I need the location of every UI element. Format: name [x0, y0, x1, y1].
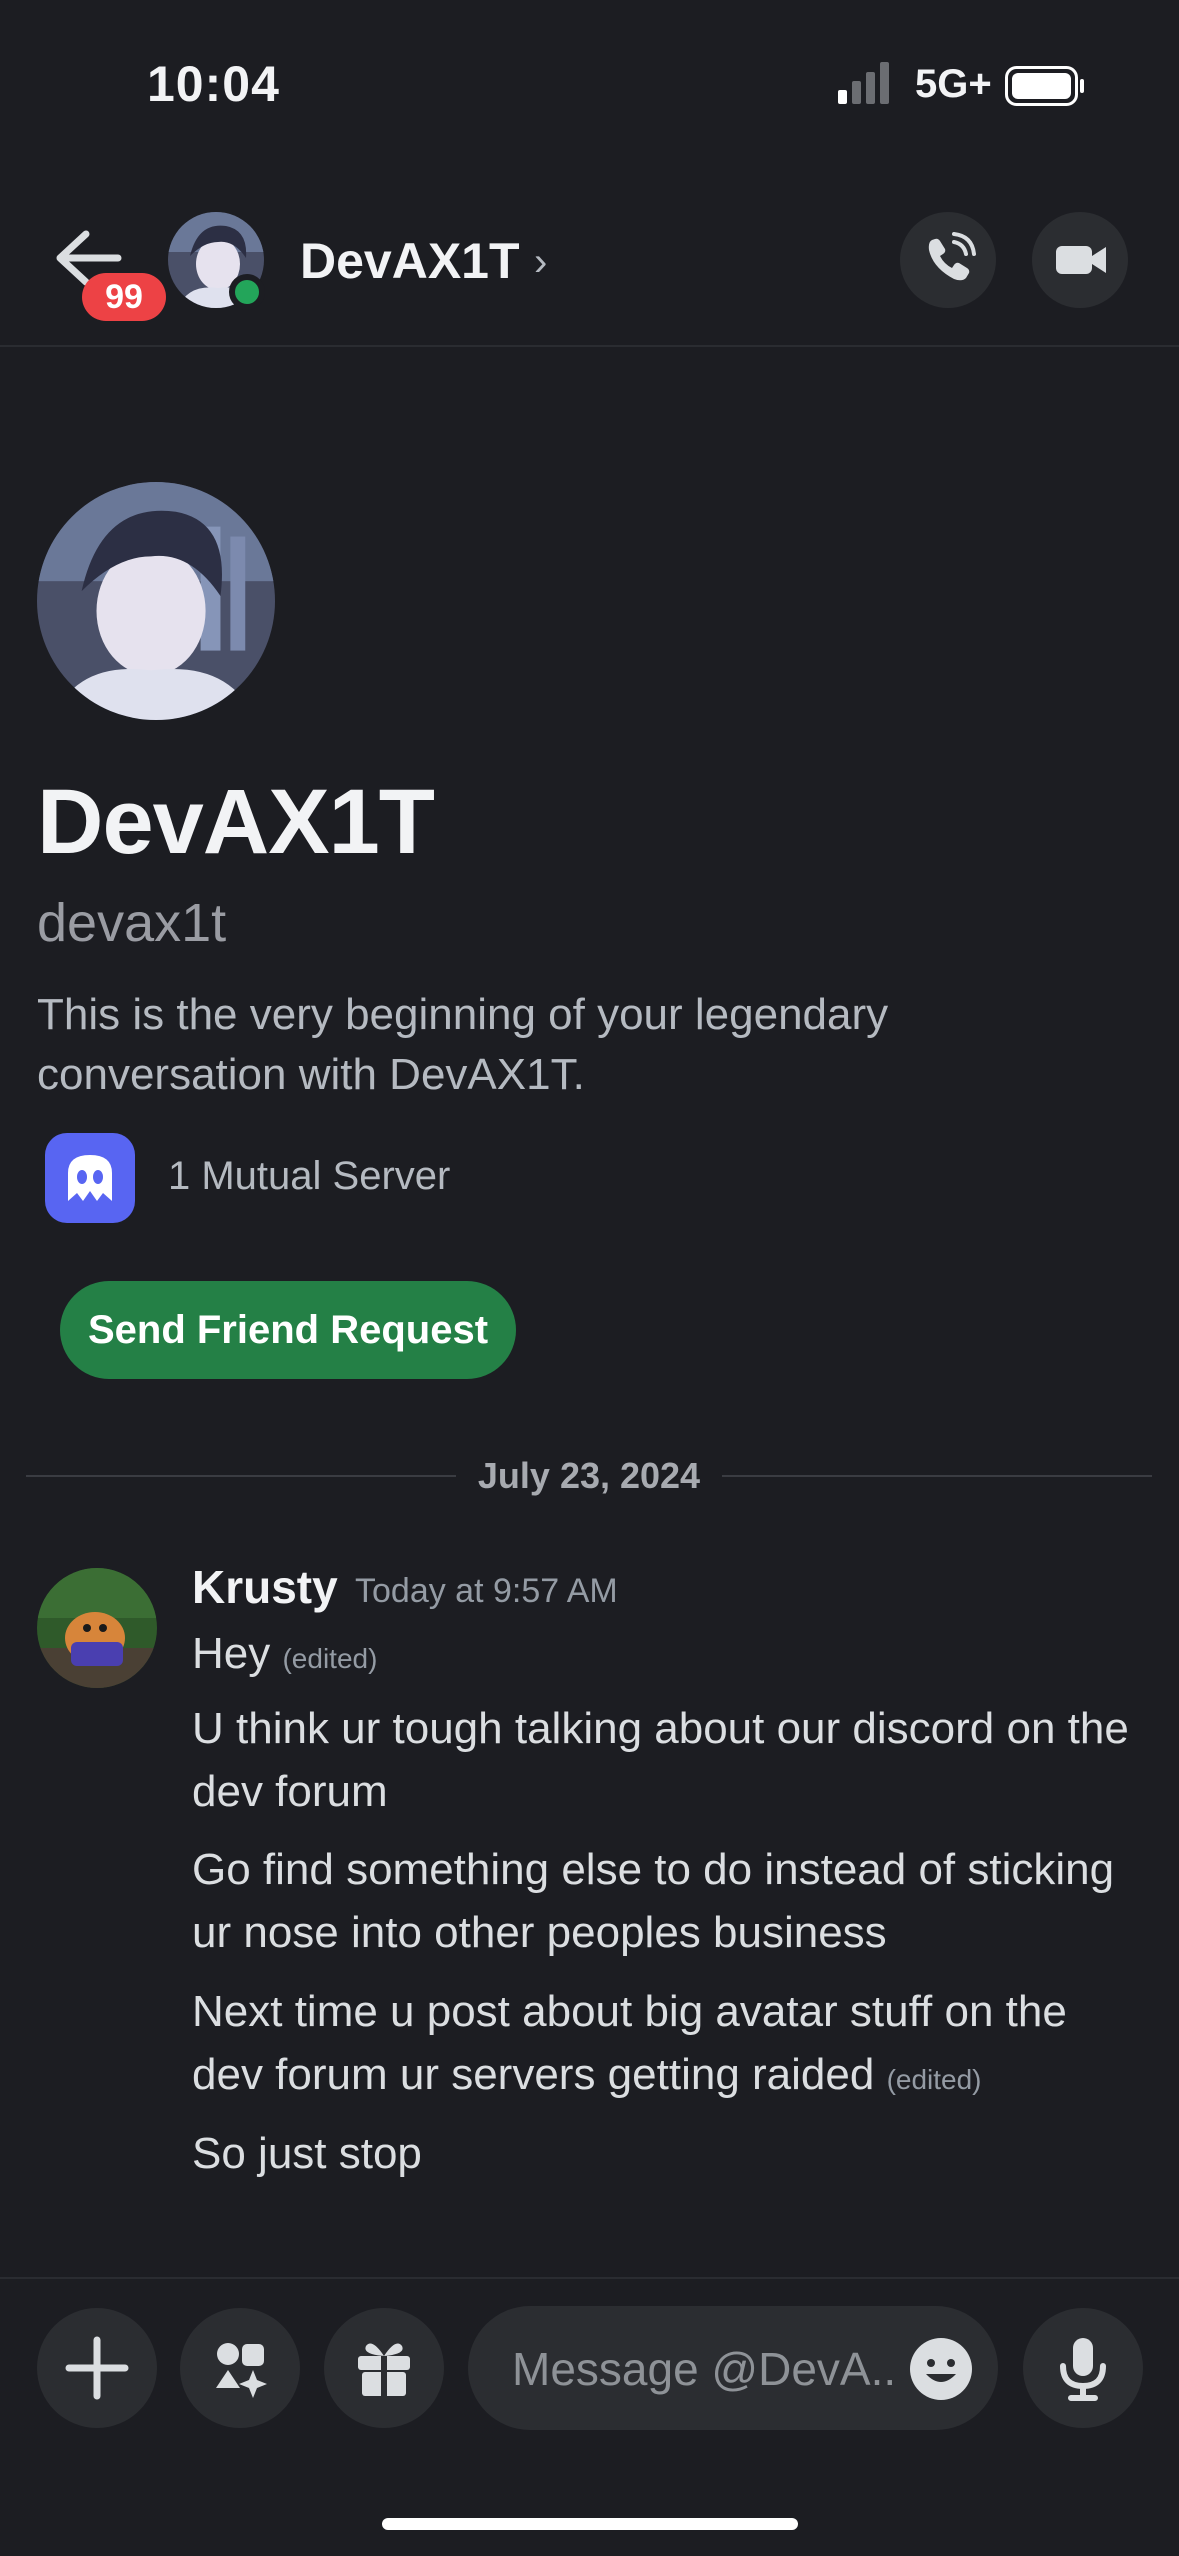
message-line[interactable]: Next time u post about big avatar stuff … — [192, 1980, 1142, 2111]
chevron-right-icon[interactable]: › — [534, 240, 547, 285]
voice-message-button[interactable] — [1023, 2308, 1143, 2428]
date-divider-line — [722, 1475, 1152, 1477]
conversation-intro-text: This is the very beginning of your legen… — [37, 990, 889, 1099]
unread-badge: 99 — [82, 273, 166, 321]
battery-icon — [1005, 66, 1084, 106]
date-divider-line — [26, 1475, 456, 1477]
phone-call-icon — [928, 232, 976, 281]
profile-display-name: DevAX1T — [37, 771, 435, 873]
message-input[interactable] — [510, 2306, 894, 2432]
message-text: Hey — [192, 1629, 271, 1678]
plus-icon — [65, 2336, 129, 2400]
edited-label: (edited) — [282, 1643, 378, 1674]
video-call-button[interactable] — [1032, 212, 1128, 308]
composer-divider — [0, 2277, 1179, 2279]
add-attachment-button[interactable] — [37, 2308, 157, 2428]
profile-avatar[interactable] — [37, 482, 275, 720]
message-author-name[interactable]: Krusty — [192, 1560, 338, 1614]
cellular-signal-icon — [838, 62, 889, 104]
header-divider — [0, 345, 1179, 347]
online-status-dot — [229, 274, 265, 310]
apps-icon — [216, 2343, 267, 2398]
discord-server-icon[interactable] — [45, 1133, 135, 1223]
message-line[interactable]: U think ur tough talking about our disco… — [192, 1697, 1142, 1823]
header-username[interactable]: DevAX1T — [300, 232, 520, 290]
network-type: 5G+ — [915, 62, 992, 106]
gift-icon — [358, 2343, 410, 2396]
message-line[interactable]: So just stop — [192, 2122, 1142, 2185]
profile-username: devax1t — [37, 893, 227, 953]
voice-call-button[interactable] — [900, 212, 996, 308]
microphone-icon — [1060, 2338, 1106, 2401]
message-text: U think ur tough talking about our disco… — [192, 1704, 1129, 1816]
emoji-icon[interactable] — [908, 2336, 974, 2402]
apps-button[interactable] — [180, 2308, 300, 2428]
edited-label: (edited) — [886, 2064, 982, 2095]
message-line[interactable]: Go find something else to do instead of … — [192, 1838, 1142, 1964]
mutual-servers-label[interactable]: 1 Mutual Server — [168, 1154, 450, 1199]
message-author-avatar[interactable] — [37, 1568, 157, 1688]
video-camera-icon — [1056, 246, 1106, 274]
message-timestamp: Today at 9:57 AM — [355, 1572, 618, 1610]
send-friend-request-button[interactable]: Send Friend Request — [60, 1281, 516, 1379]
date-divider-label: July 23, 2024 — [477, 1455, 701, 1496]
message-line[interactable]: Hey (edited) — [192, 1622, 1142, 1690]
gift-button[interactable] — [324, 2308, 444, 2428]
status-time: 10:04 — [147, 56, 280, 112]
home-indicator[interactable] — [382, 2518, 798, 2530]
message-text: Go find something else to do instead of … — [192, 1845, 1115, 1957]
message-text: So just stop — [192, 2129, 422, 2178]
message-composer[interactable] — [468, 2306, 998, 2432]
